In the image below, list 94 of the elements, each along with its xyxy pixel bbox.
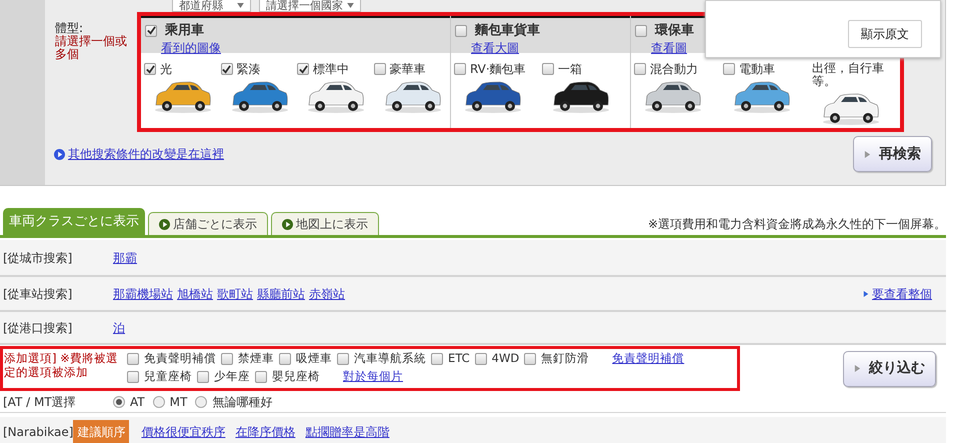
checkbox[interactable] [221,353,233,365]
row-label: [從城市搜索] [3,250,74,266]
triangle-icon [854,365,861,372]
view-image-link[interactable]: 查看圖 [651,40,687,54]
tab[interactable]: 地図上に表示 [271,212,379,235]
check-icon [146,64,154,74]
location-link[interactable]: 縣廳前站 [257,284,305,302]
note-text: ※選項費用和電力含料資金將成為永久性的下一個屏幕。 [648,216,946,233]
car-type-label: RV·麵包車 [470,61,526,78]
play-icon [282,218,293,230]
checkbox[interactable] [127,353,139,365]
checkbox[interactable] [337,353,349,365]
category-title: 環保車 [655,22,694,40]
option-label: 無釘防滑 [541,350,590,368]
checkbox[interactable] [723,63,735,75]
view-all-link[interactable]: 要查看整個 [863,284,932,302]
car-type-label: 電動車 [739,61,775,78]
radio-label: 無論哪種好 [212,394,272,410]
car-type-label: 緊湊 [236,61,260,78]
car-type-label: 標準中 [313,61,349,78]
option-label: 汽車導航系統 [354,350,426,368]
play-icon [159,218,170,230]
radio-label: AT [130,394,145,410]
checkbox[interactable] [455,24,467,37]
option-label: 免責聲明補償 [144,350,216,368]
option-label: 少年座 [214,368,250,386]
filter-button[interactable]: 絞り込む [843,350,936,386]
checkbox[interactable] [634,63,646,75]
category-title: 乘用車 [165,22,204,40]
check-icon [222,64,231,74]
more-conditions-link[interactable]: 其他搜索條件的改變是在這裡 [54,145,224,163]
radio-button[interactable] [195,396,208,408]
car-type-label: 混合動力 [650,61,698,78]
checkbox[interactable] [374,63,386,75]
car-type-label: 一箱 [558,61,582,78]
view-image-link[interactable]: 查看大圖 [471,40,519,54]
option-label: ETC [448,350,470,368]
checkbox[interactable] [542,63,554,75]
checkbox[interactable] [197,371,209,383]
sort-option[interactable]: 價格很便宜秩序 [141,423,226,441]
caret-icon [237,3,244,8]
play-icon [54,148,65,160]
row-label: [從港口搜索] [3,320,74,336]
checkbox[interactable] [524,353,536,365]
tab[interactable]: 店舗ごとに表示 [148,212,268,235]
body-type-hint: 請選擇一個或多個 [55,35,128,61]
checkbox[interactable] [220,63,232,75]
car-type-label: 豪華車 [390,61,426,78]
checkbox[interactable] [255,371,267,383]
option-label: 兒童座椅 [144,368,192,386]
row-label: [AT / MT選擇 [3,394,77,410]
location-link[interactable]: 歌町站 [217,284,253,302]
triangle-icon [864,150,871,158]
caret-icon [347,3,354,8]
location-link[interactable]: 泊 [113,318,125,336]
radio-button[interactable] [113,396,125,408]
row-label: [Narabikae] [3,424,74,441]
check-icon [298,64,308,74]
category-title: 麵包車貨車 [475,22,540,40]
radio-button[interactable] [152,396,165,408]
body-type-label: 體型: [55,22,84,35]
checkbox[interactable] [474,353,487,365]
country-select[interactable]: 請選擇一個國家 [259,0,361,12]
location-link[interactable]: 那霸機場站 [113,284,173,302]
option-label: 4WD [492,350,520,368]
prefecture-select[interactable]: 都道府縣 [172,0,251,12]
checkbox[interactable] [127,371,139,383]
options-label: 添加選項] ※費將被選定的選項被添加 [3,350,119,381]
option-info-link[interactable]: 免責聲明補償 [612,350,684,368]
location-link[interactable]: 那霸 [113,248,137,266]
location-link[interactable]: 赤嶺站 [309,284,345,302]
checkbox[interactable] [454,63,466,75]
checkbox[interactable] [145,24,157,37]
car-type-label: 光 [160,61,172,78]
view-image-link[interactable]: 看到的圖像 [161,40,221,54]
checkbox[interactable] [297,63,309,75]
checkbox[interactable] [144,63,156,75]
option-label: 嬰兒座椅 [272,368,320,386]
sort-option[interactable]: 在降序價格 [235,423,296,441]
checkbox[interactable] [279,353,291,365]
option-label: 禁煙車 [238,350,274,368]
radio-label: MT [170,394,188,410]
checkbox[interactable] [635,24,647,37]
checkbox[interactable] [431,353,443,365]
option-info-link[interactable]: 對於每個片 [343,368,403,386]
search-again-button[interactable]: 再検索 [853,136,932,172]
triangle-icon [863,290,869,296]
show-original-button[interactable]: 顯示原文 [848,20,922,48]
row-label: [從車站搜索] [3,286,74,302]
car-type-label: 出徑，自行車等。 [812,62,885,88]
sort-option[interactable]: 點擱贈率是高階 [305,423,390,441]
option-label: 吸煙車 [296,350,332,368]
location-link[interactable]: 旭橋站 [177,284,213,302]
check-icon [146,26,156,36]
